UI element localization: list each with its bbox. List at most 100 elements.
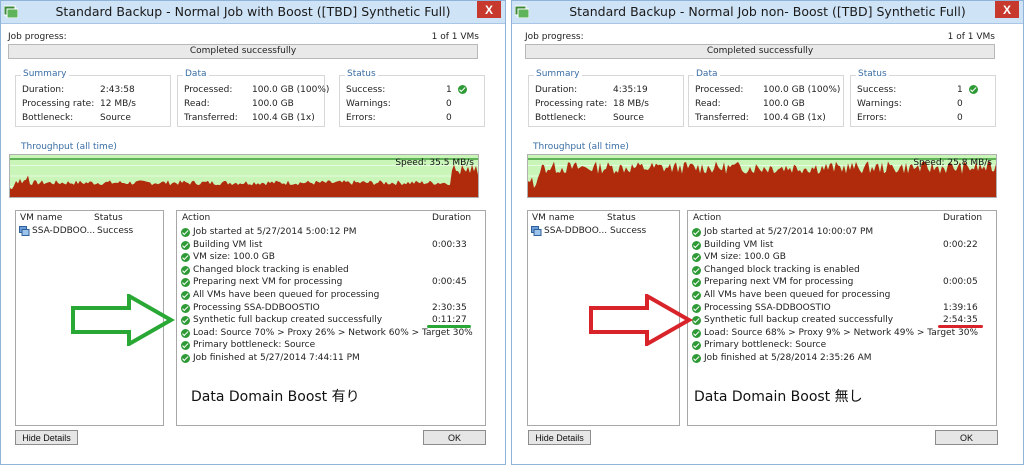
backup-window-boost: Standard Backup - Normal Job with Boost … — [0, 0, 506, 465]
action-row[interactable]: Processing SSA-DDBOOSTIO 1:39:16 — [692, 303, 992, 315]
transferred-label: Transferred: — [184, 113, 238, 123]
duration-label: Duration: — [22, 85, 65, 95]
action-duration: 0:00:22 — [943, 239, 978, 250]
vm-status-header[interactable]: Status — [607, 213, 636, 223]
action-duration: 0:00:45 — [432, 277, 467, 288]
action-text: Job started at 5/27/2014 10:00:07 PM — [704, 227, 874, 237]
success-check-icon — [692, 240, 701, 250]
action-row[interactable]: Load: Source 68% > Proxy 9% > Network 49… — [692, 328, 992, 340]
vm-status: Success — [97, 226, 134, 236]
action-row[interactable]: VM size: 100.0 GB — [181, 252, 481, 264]
action-row[interactable]: Preparing next VM for processing 0:00:05 — [692, 277, 992, 289]
action-text: Synthetic full backup created successful… — [193, 315, 383, 326]
duration-header[interactable]: Duration — [943, 213, 982, 223]
vm-name-header[interactable]: VM name — [20, 213, 62, 223]
success-value: 1 — [446, 85, 452, 95]
processed-label: Processed: — [184, 85, 233, 95]
close-button[interactable]: X — [995, 1, 1019, 18]
action-duration: 0:11:27 — [432, 315, 467, 326]
window-title: Standard Backup - Normal Job with Boost … — [55, 4, 451, 19]
action-row[interactable]: Job started at 5/27/2014 10:00:07 PM — [692, 227, 992, 239]
duration-value: 4:35:19 — [613, 85, 648, 95]
success-check-icon — [181, 303, 190, 313]
action-duration: 0:00:05 — [943, 277, 978, 288]
read-label: Read: — [695, 99, 721, 109]
action-row[interactable]: Job finished at 5/27/2014 7:44:11 PM — [181, 353, 481, 365]
job-progress-label: Job progress: — [8, 32, 67, 42]
processed-value: 100.0 GB (100%) — [252, 85, 330, 95]
transferred-label: Transferred: — [695, 113, 749, 123]
speed-readout: Speed: 25.8 MB/s — [913, 158, 992, 168]
action-text: Changed block tracking is enabled — [193, 264, 349, 275]
success-check-icon — [181, 228, 190, 237]
action-duration: 0:00:33 — [432, 239, 467, 250]
success-check-icon — [181, 354, 190, 363]
action-header[interactable]: Action — [693, 213, 721, 223]
ok-button[interactable]: OK — [423, 430, 486, 445]
success-check-icon — [692, 253, 701, 263]
close-button[interactable]: X — [477, 1, 501, 18]
read-value: 100.0 GB — [252, 99, 294, 109]
success-check-icon — [181, 291, 190, 300]
vm-status-header[interactable]: Status — [94, 213, 123, 223]
success-check-icon — [692, 265, 701, 275]
vm-status: Success — [610, 226, 647, 236]
vm-name-header[interactable]: VM name — [532, 213, 574, 223]
throughput-chart: Speed: 25.8 MB/s — [527, 154, 997, 198]
action-row[interactable]: Preparing next VM for processing 0:00:45 — [181, 277, 481, 289]
progress-text: Completed successfully — [189, 46, 297, 56]
warnings-label: Warnings: — [857, 99, 902, 109]
action-row[interactable]: Changed block tracking is enabled — [181, 265, 481, 277]
warnings-value: 0 — [957, 99, 963, 109]
bottleneck-value: Source — [100, 113, 131, 123]
action-row[interactable]: Building VM list 0:00:33 — [181, 240, 481, 252]
success-check-icon — [969, 85, 978, 94]
action-row[interactable]: Load: Source 70% > Proxy 26% > Network 6… — [181, 328, 481, 340]
job-progress-label: Job progress: — [525, 32, 584, 42]
comparison-note: Data Domain Boost 有り — [191, 389, 360, 405]
action-row[interactable]: Primary bottleneck: Source — [692, 340, 992, 352]
action-row[interactable]: Changed block tracking is enabled — [692, 265, 992, 277]
success-check-icon — [181, 328, 190, 338]
status-group: Status Success: 1 Warnings: 0 Errors: 0 — [850, 69, 996, 127]
action-text: Job finished at 5/27/2014 7:44:11 PM — [193, 353, 360, 363]
bottleneck-value: Source — [613, 113, 644, 123]
read-label: Read: — [184, 99, 210, 109]
vm-count: 1 of 1 VMs — [431, 32, 479, 42]
read-value: 100.0 GB — [763, 99, 805, 109]
success-check-icon — [181, 265, 190, 275]
window-titlebar[interactable]: Standard Backup - Normal Job with Boost … — [1, 1, 505, 24]
action-row[interactable]: Job started at 5/27/2014 5:00:12 PM — [181, 227, 481, 239]
job-progress-bar: Completed successfully — [525, 44, 995, 59]
success-value: 1 — [957, 85, 963, 95]
action-text: Load: Source 68% > Proxy 9% > Network 49… — [704, 327, 978, 338]
action-row[interactable]: Building VM list 0:00:22 — [692, 240, 992, 252]
hide-details-button[interactable]: Hide Details — [528, 430, 591, 445]
ok-button[interactable]: OK — [935, 430, 998, 445]
action-row[interactable]: Processing SSA-DDBOOSTIO 2:30:35 — [181, 303, 481, 315]
progress-text: Completed successfully — [706, 46, 814, 56]
vm-name: SSA-DDBOO... — [544, 226, 608, 236]
success-check-icon — [692, 278, 701, 288]
success-check-icon — [181, 278, 190, 288]
action-row[interactable]: All VMs have been queued for processing — [692, 290, 992, 302]
action-text: Primary bottleneck: Source — [704, 340, 827, 351]
duration-value: 2:43:58 — [100, 85, 135, 95]
throughput-caption: Throughput (all time) — [21, 142, 117, 152]
rate-value: 12 MB/s — [100, 99, 136, 109]
throughput-caption: Throughput (all time) — [533, 142, 629, 152]
window-titlebar[interactable]: Standard Backup - Normal Job non- Boost … — [512, 1, 1023, 24]
action-row[interactable]: Job finished at 5/28/2014 2:35:26 AM — [692, 353, 992, 365]
duration-header[interactable]: Duration — [432, 213, 471, 223]
action-row[interactable]: Primary bottleneck: Source — [181, 340, 481, 352]
vm-row[interactable]: SSA-DDBOO... Success — [531, 226, 676, 238]
transferred-value: 100.4 GB (1x) — [763, 113, 826, 123]
bottleneck-label: Bottleneck: — [535, 113, 587, 123]
hide-details-button[interactable]: Hide Details — [15, 430, 78, 445]
action-row[interactable]: VM size: 100.0 GB — [692, 252, 992, 264]
success-check-icon — [181, 316, 190, 326]
action-header[interactable]: Action — [182, 213, 210, 223]
duration-underline — [938, 325, 983, 328]
action-row[interactable]: All VMs have been queued for processing — [181, 290, 481, 302]
vm-row[interactable]: SSA-DDBOO... Success — [19, 226, 159, 238]
